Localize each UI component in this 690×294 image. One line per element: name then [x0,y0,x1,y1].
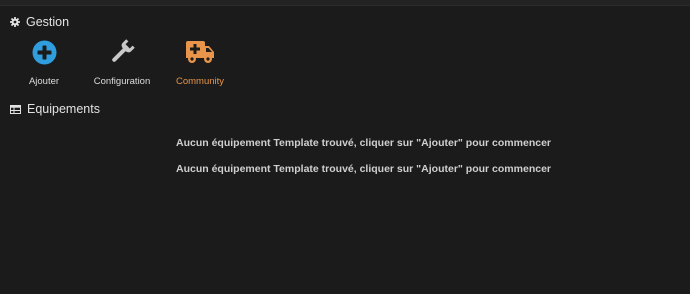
plus-circle-icon [32,36,57,68]
gear-icon [10,17,20,27]
empty-message: Aucun équipement Template trouvé, clique… [176,163,551,175]
equipements-title-text: Equipements [27,102,100,116]
gestion-title-text: Gestion [26,15,70,29]
configuration-card[interactable]: Configuration [77,36,167,87]
ajouter-label: Ajouter [28,76,60,87]
wrench-icon [109,36,135,68]
empty-message: Aucun équipement Template trouvé, clique… [176,137,551,149]
community-label: Community [175,76,225,87]
equipements-section-title: Equipements [10,102,100,116]
ambulance-icon [185,36,215,68]
gestion-section-title: Gestion [10,15,69,29]
ajouter-card[interactable]: Ajouter [0,36,89,87]
top-bar [0,0,690,6]
table-icon [10,104,21,114]
configuration-label: Configuration [93,76,151,87]
community-card[interactable]: Community [155,36,245,87]
